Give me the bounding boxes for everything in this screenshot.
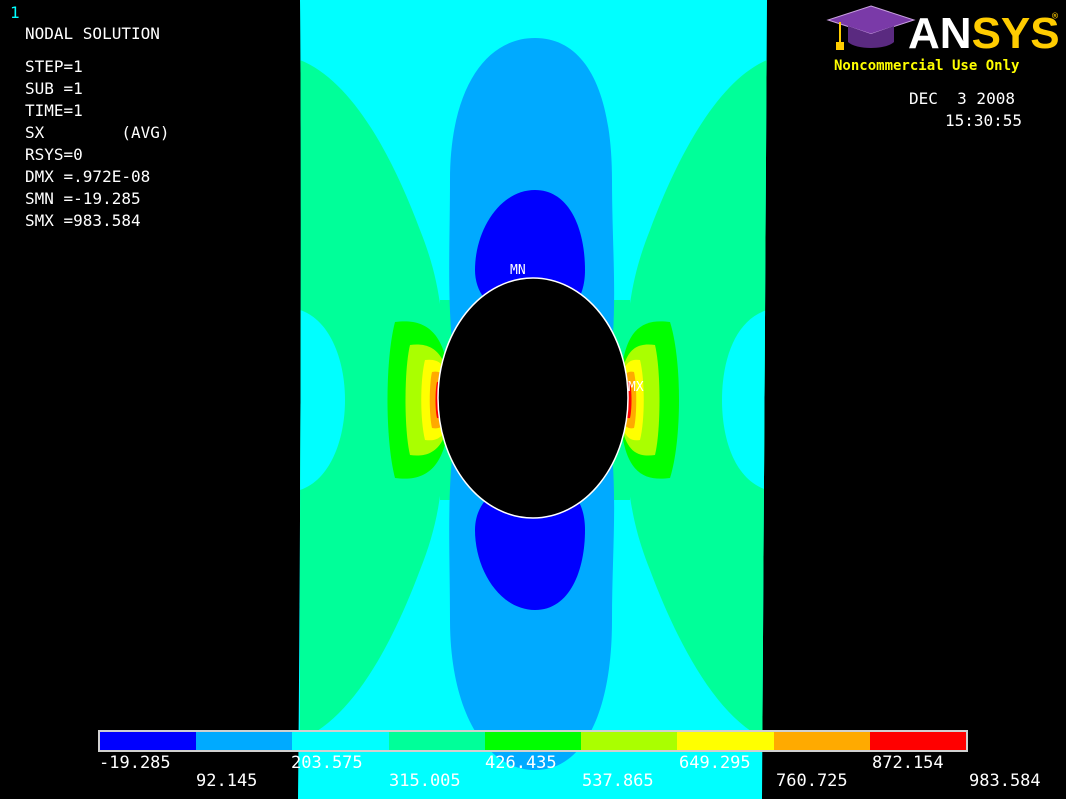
legend-swatch-4 bbox=[388, 732, 485, 750]
info-smx: SMX =983.584 bbox=[25, 211, 141, 230]
noncommercial-notice: Noncommercial Use Only bbox=[834, 58, 1020, 74]
info-smn: SMN =-19.285 bbox=[25, 189, 141, 208]
legend-swatch-5 bbox=[484, 732, 582, 750]
hole bbox=[437, 277, 629, 519]
plot-title: NODAL SOLUTION bbox=[25, 24, 160, 43]
legend-swatch-3 bbox=[292, 732, 389, 750]
legend-label: 426.435 bbox=[485, 753, 557, 773]
legend-swatch-6 bbox=[581, 732, 678, 750]
legend-swatch-9 bbox=[869, 732, 966, 750]
info-dmx: DMX =.972E-08 bbox=[25, 167, 151, 186]
legend-label: 537.865 bbox=[582, 771, 654, 791]
legend-swatch-8 bbox=[773, 732, 870, 750]
legend-label: 983.584 bbox=[969, 771, 1041, 791]
info-sub: SUB =1 bbox=[25, 79, 83, 98]
legend-label: 872.154 bbox=[872, 753, 944, 773]
plot-time: 15:30:55 bbox=[945, 111, 1023, 130]
info-step: STEP=1 bbox=[25, 57, 83, 76]
legend-label: 203.575 bbox=[291, 753, 363, 773]
legend-swatch-2 bbox=[196, 732, 293, 750]
ansys-logo: ANSYS bbox=[908, 9, 1060, 58]
legend-label: -19.285 bbox=[99, 753, 171, 773]
contour-plot bbox=[298, 0, 767, 799]
window-number: 1 bbox=[10, 3, 20, 22]
legend-label: 760.725 bbox=[776, 771, 848, 791]
info-rsys: RSYS=0 bbox=[25, 145, 83, 164]
legend-label: 315.005 bbox=[389, 771, 461, 791]
plate bbox=[298, 0, 767, 799]
legend-label: 92.145 bbox=[196, 771, 258, 791]
plot-date: DEC 3 2008 bbox=[909, 89, 1015, 108]
min-marker: MN bbox=[510, 263, 526, 278]
graduation-cap-icon bbox=[826, 5, 916, 50]
legend-label: 649.295 bbox=[679, 753, 751, 773]
contour-legend bbox=[98, 730, 968, 752]
info-time: TIME=1 bbox=[25, 101, 83, 120]
registered-mark: ® bbox=[1052, 11, 1059, 22]
info-item: SX (AVG) bbox=[25, 123, 170, 142]
legend-swatch-1 bbox=[100, 732, 197, 750]
max-marker: MX bbox=[628, 380, 644, 395]
legend-swatch-7 bbox=[677, 732, 774, 750]
